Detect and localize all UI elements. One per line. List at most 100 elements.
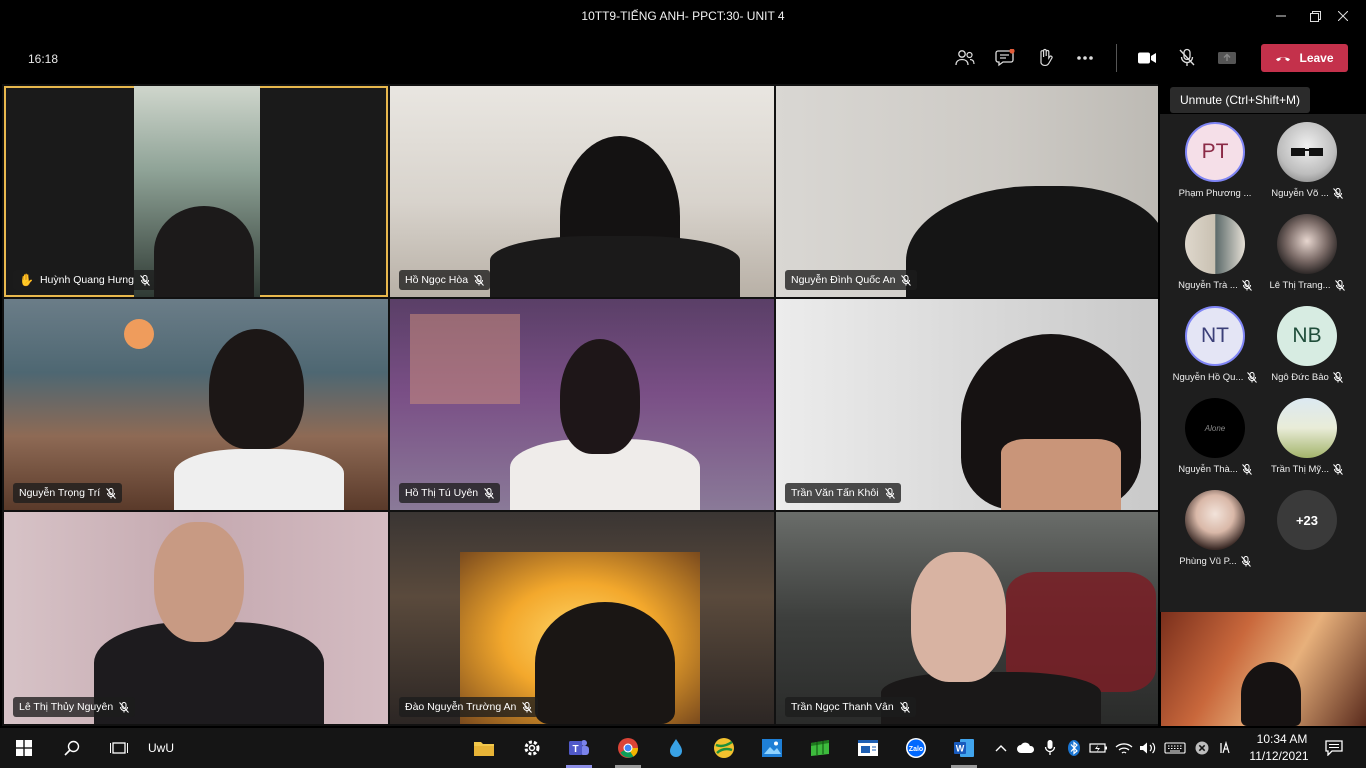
roster-name: Phùng Vũ P...: [1179, 556, 1237, 567]
meeting-toolbar: 16:18: [0, 32, 1366, 84]
chevron-up-icon: [995, 745, 1007, 752]
close-window-button[interactable]: [1320, 0, 1366, 32]
video-tile[interactable]: Trần Văn Tấn Khôi: [776, 299, 1158, 510]
bluetooth-button[interactable]: [1064, 736, 1084, 760]
mic-muted-icon: [522, 701, 533, 713]
close-tray-button[interactable]: [1191, 736, 1213, 760]
more-participants-button[interactable]: +23: [1260, 490, 1354, 550]
roster-item[interactable]: Trần Thị Mỹ...: [1260, 398, 1354, 475]
share-tray-icon: [1218, 52, 1236, 64]
video-tile[interactable]: Hồ Thị Tú Uyên: [390, 299, 774, 510]
mic-tray-button[interactable]: [1040, 736, 1060, 760]
camera-button[interactable]: [1132, 45, 1162, 71]
mic-muted-icon: [474, 274, 484, 286]
mic-muted-icon: [1240, 556, 1251, 567]
battery-button[interactable]: [1088, 736, 1110, 760]
teams-button[interactable]: T: [567, 736, 591, 760]
window-app-icon: [858, 740, 878, 756]
leave-button[interactable]: Leave: [1261, 44, 1348, 72]
video-tile[interactable]: Hồ Ngọc Hòa: [390, 86, 774, 297]
video-tile[interactable]: Lê Thị Thủy Nguyên: [4, 512, 388, 724]
svg-text:T: T: [572, 744, 578, 755]
participant-name-tag: Đào Nguyễn Trường An: [399, 697, 539, 717]
notification-icon: [1325, 740, 1343, 756]
app-window-button[interactable]: [856, 736, 880, 760]
bluetooth-icon: [1068, 740, 1080, 756]
app-droplet-button[interactable]: [664, 736, 688, 760]
photos-button[interactable]: [760, 736, 784, 760]
settings-button[interactable]: [520, 736, 544, 760]
taskbar-label: UwU: [148, 741, 174, 755]
keyboard-icon: [1164, 742, 1186, 754]
more-count: +23: [1277, 490, 1337, 550]
clock-time[interactable]: 10:34 AM: [1252, 732, 1312, 746]
participant-name: Huỳnh Quang Hưng: [39, 274, 134, 286]
avatar: NT: [1185, 306, 1245, 366]
share-screen-button[interactable]: [1212, 45, 1242, 71]
word-button[interactable]: W: [952, 736, 976, 760]
video-grid: ✋ Huỳnh Quang Hưng Hồ Ngọc Hòa Nguyễn Đì…: [2, 84, 1158, 726]
file-explorer-button[interactable]: [472, 736, 496, 760]
roster-item[interactable]: Nguyễn Trà ...: [1168, 214, 1262, 291]
roster-name: Trần Thị Mỹ...: [1270, 464, 1330, 475]
microphone-button[interactable]: [1172, 45, 1202, 71]
video-tile[interactable]: Trần Ngọc Thanh Vân: [776, 512, 1158, 724]
app-green-button[interactable]: [712, 736, 736, 760]
wifi-button[interactable]: [1113, 736, 1135, 760]
cloud-icon: [1017, 742, 1035, 753]
roster-name: Nguyễn Trà ...: [1178, 280, 1238, 291]
participant-name: Đào Nguyễn Trường An: [405, 701, 517, 713]
video-tile[interactable]: Nguyễn Đình Quốc An: [776, 86, 1158, 297]
language-button[interactable]: [1217, 736, 1233, 760]
microphone-icon: [1044, 740, 1056, 755]
reactions-button[interactable]: [1030, 45, 1060, 71]
participants-button[interactable]: [950, 45, 980, 71]
video-tile[interactable]: ✋ Huỳnh Quang Hưng: [4, 86, 388, 297]
roster-item[interactable]: NT Nguyễn Hồ Qu...: [1168, 306, 1262, 383]
self-view[interactable]: [1161, 612, 1366, 726]
zalo-button[interactable]: Zalo: [904, 736, 928, 760]
video-tile[interactable]: Đào Nguyễn Trường An: [390, 512, 774, 724]
participant-name-tag: Trần Văn Tấn Khôi: [785, 483, 901, 503]
roster-item[interactable]: Phùng Vũ P...: [1168, 490, 1262, 567]
unmute-tooltip: Unmute (Ctrl+Shift+M): [1170, 87, 1310, 113]
roster-item[interactable]: PT Phạm Phương ...: [1168, 122, 1262, 199]
mic-muted-icon: [1332, 188, 1343, 199]
roster-item[interactable]: Alone Nguyễn Thà...: [1168, 398, 1262, 475]
volume-button[interactable]: [1137, 736, 1159, 760]
task-view-button[interactable]: [107, 736, 131, 760]
mic-muted-icon: [1334, 280, 1345, 291]
teams-icon: T: [569, 740, 589, 755]
avatar: [1185, 490, 1245, 550]
notifications-button[interactable]: [1322, 736, 1346, 760]
keyboard-button[interactable]: [1162, 736, 1188, 760]
roster-item[interactable]: Lê Thị Trang...: [1260, 214, 1354, 291]
window-title: 10TT9-TIẾNG ANH- PPCT:30- UNIT 4: [581, 9, 785, 23]
roster-item[interactable]: NB Ngô Đức Bảo: [1260, 306, 1354, 383]
people-icon: [955, 50, 975, 66]
close-circle-icon: [1195, 741, 1209, 755]
participant-name: Hồ Thị Tú Uyên: [405, 487, 479, 499]
search-button[interactable]: [60, 736, 84, 760]
more-actions-button[interactable]: [1070, 45, 1100, 71]
chrome-button[interactable]: [616, 736, 640, 760]
start-button[interactable]: [12, 736, 36, 760]
chat-button[interactable]: [990, 45, 1020, 71]
mic-muted-icon: [119, 701, 130, 713]
raised-hand-icon: ✋: [19, 273, 34, 287]
svg-text:Zalo: Zalo: [909, 746, 923, 753]
mic-muted-icon: [106, 487, 116, 499]
mic-muted-icon: [884, 487, 895, 499]
folder-icon: [474, 742, 494, 756]
app-film-button[interactable]: [808, 736, 832, 760]
video-tile[interactable]: Nguyễn Trọng Trí: [4, 299, 388, 510]
speaker-icon: [1140, 742, 1156, 754]
roster-item[interactable]: Nguyễn Võ ...: [1260, 122, 1354, 199]
show-hidden-icons-button[interactable]: [992, 736, 1010, 760]
task-view-icon: [110, 742, 128, 754]
roster-name: Nguyễn Hồ Qu...: [1172, 372, 1244, 383]
clock-date[interactable]: 11/12/2021: [1245, 749, 1313, 763]
onedrive-button[interactable]: [1015, 736, 1037, 760]
participant-name: Hồ Ngọc Hòa: [405, 274, 469, 286]
droplet-icon: [670, 739, 682, 757]
